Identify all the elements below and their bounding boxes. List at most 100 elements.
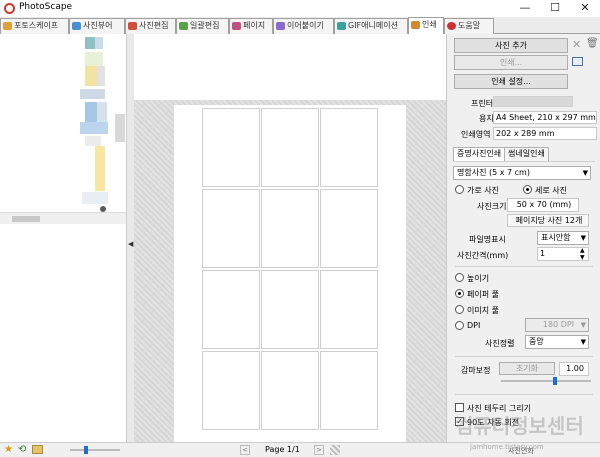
- print-icon: [411, 21, 420, 29]
- paper-fill-radio[interactable]: [455, 289, 464, 298]
- watermark-url: jamhome.tistory.com: [470, 443, 544, 451]
- photo-slot[interactable]: [202, 189, 260, 268]
- blurred-thumbnail: [85, 102, 97, 122]
- align-label: 사진정렬: [485, 339, 515, 348]
- tab-thumbnail-print[interactable]: 썸네일인쇄: [504, 147, 549, 161]
- divider: [455, 394, 593, 395]
- photo-size-label: 사진크기: [477, 202, 507, 211]
- spacing-label: 사진간격(mm): [457, 251, 509, 260]
- tab-gif[interactable]: GIF애니메이션: [334, 18, 408, 34]
- minimize-button[interactable]: —: [510, 0, 540, 17]
- photo-slot[interactable]: [320, 108, 378, 187]
- print-area-label: 인쇄영역: [461, 130, 491, 139]
- print-page: [174, 105, 406, 442]
- photo-slot[interactable]: [261, 351, 319, 430]
- tab-viewer[interactable]: 사진뷰어: [69, 18, 125, 34]
- photo-slot[interactable]: [202, 270, 260, 349]
- divider: [455, 356, 593, 357]
- chevron-down-icon: ▼: [580, 234, 586, 242]
- gamma-reset-button[interactable]: 초기화: [499, 362, 555, 375]
- scrollbar-thumb[interactable]: [12, 216, 40, 222]
- height-radio[interactable]: [455, 273, 464, 282]
- collapse-arrow-icon[interactable]: ◀: [128, 240, 133, 248]
- blurred-thumbnail: [115, 114, 125, 142]
- photos-per-page: 페이지당 사진 12개: [507, 214, 589, 227]
- prev-page-button[interactable]: <: [240, 445, 250, 455]
- dpi-select[interactable]: 180 DPI ▼: [525, 318, 589, 332]
- help-icon: [447, 22, 456, 30]
- refresh-icon[interactable]: ⟲: [18, 444, 26, 455]
- dpi-value: 180 DPI: [542, 320, 575, 329]
- blurred-thumbnail: [95, 146, 105, 191]
- dpi-radio[interactable]: [455, 321, 464, 330]
- horizontal-scrollbar[interactable]: [0, 212, 126, 224]
- list-icon[interactable]: [572, 57, 583, 66]
- tab-label: 도움말: [458, 21, 481, 30]
- tab-divider: [453, 161, 595, 162]
- print-settings-button[interactable]: 인쇄 설정...: [454, 74, 568, 89]
- tab-help[interactable]: 도움말: [444, 18, 494, 34]
- tab-label: 페이지: [243, 21, 266, 30]
- photo-slot[interactable]: [202, 351, 260, 430]
- tab-label: 일괄편집: [190, 21, 220, 30]
- tab-id-photo-print[interactable]: 증명사진인쇄: [453, 147, 506, 161]
- batch-icon: [179, 22, 188, 30]
- photo-slot[interactable]: [261, 189, 319, 268]
- portrait-label: 세로 사진: [535, 186, 567, 195]
- zoom-slider-track[interactable]: [70, 449, 120, 451]
- gamma-slider-knob[interactable]: [553, 377, 557, 385]
- app-icon: [4, 3, 15, 14]
- divider: [455, 266, 593, 267]
- star-icon[interactable]: ★: [4, 444, 13, 455]
- image-fill-radio[interactable]: [455, 305, 464, 314]
- trash-icon[interactable]: 🗑: [586, 38, 599, 49]
- gamma-value-field[interactable]: 1.00: [559, 362, 589, 376]
- tab-print[interactable]: 인쇄: [408, 17, 444, 34]
- checker-icon[interactable]: [330, 445, 340, 455]
- blurred-thumbnail: [80, 122, 108, 134]
- panel-splitter[interactable]: ◀: [126, 34, 134, 442]
- photo-slot[interactable]: [320, 351, 378, 430]
- next-page-button[interactable]: >: [314, 445, 324, 455]
- maximize-button[interactable]: ☐: [540, 0, 570, 17]
- paper-label: 용지: [479, 114, 494, 123]
- blurred-thumbnail: [85, 52, 103, 66]
- dpi-label: DPI: [467, 321, 481, 330]
- landscape-radio[interactable]: [455, 185, 464, 194]
- photo-slot[interactable]: [320, 189, 378, 268]
- tab-label: 포토스케이프: [14, 21, 59, 30]
- spinner-arrows-icon[interactable]: ▲ ▼: [580, 247, 585, 261]
- tab-editor[interactable]: 사진편집: [125, 18, 176, 34]
- photo-slot[interactable]: [320, 270, 378, 349]
- photo-size-select[interactable]: 명함사진 (5 x 7 cm) ▼: [453, 166, 591, 180]
- print-preview: [134, 100, 446, 442]
- printer-label: 프린터: [471, 99, 494, 108]
- portrait-radio[interactable]: [523, 185, 532, 194]
- photo-slot[interactable]: [261, 270, 319, 349]
- tab-label: 사진뷰어: [83, 21, 113, 30]
- title-bar: PhotoScape — ☐ ✕: [0, 0, 600, 17]
- photo-slot[interactable]: [202, 108, 260, 187]
- tab-photoscape[interactable]: 포토스케이프: [0, 18, 69, 34]
- delete-icon[interactable]: ✕: [572, 38, 581, 51]
- print-button[interactable]: 인쇄...: [454, 55, 568, 70]
- tab-combine[interactable]: 이어붙이기: [273, 18, 334, 34]
- photo-slot[interactable]: [261, 108, 319, 187]
- zoom-slider-knob[interactable]: [84, 446, 88, 454]
- add-photo-button[interactable]: 사진 추가: [454, 38, 568, 53]
- thumbnail-strip[interactable]: [0, 34, 126, 212]
- folder-icon[interactable]: [32, 445, 43, 454]
- photo-size-field: 50 x 70 (mm): [507, 198, 579, 212]
- tab-batch[interactable]: 일괄편집: [176, 18, 229, 34]
- blurred-thumbnail: [97, 102, 107, 122]
- blurred-thumbnail: [85, 37, 95, 49]
- align-select[interactable]: 중앙 ▼: [525, 335, 589, 349]
- close-button[interactable]: ✕: [570, 0, 600, 17]
- filename-select[interactable]: 표시안함 ▼: [537, 231, 589, 245]
- gamma-slider-track[interactable]: [501, 380, 591, 382]
- paper-fill-label: 페이퍼 풀: [467, 290, 499, 299]
- tab-page[interactable]: 페이지: [229, 18, 273, 34]
- blurred-thumbnail: [82, 192, 108, 204]
- paper-field: A4 Sheet, 210 x 297 mm: [493, 111, 597, 124]
- viewer-icon: [72, 22, 81, 30]
